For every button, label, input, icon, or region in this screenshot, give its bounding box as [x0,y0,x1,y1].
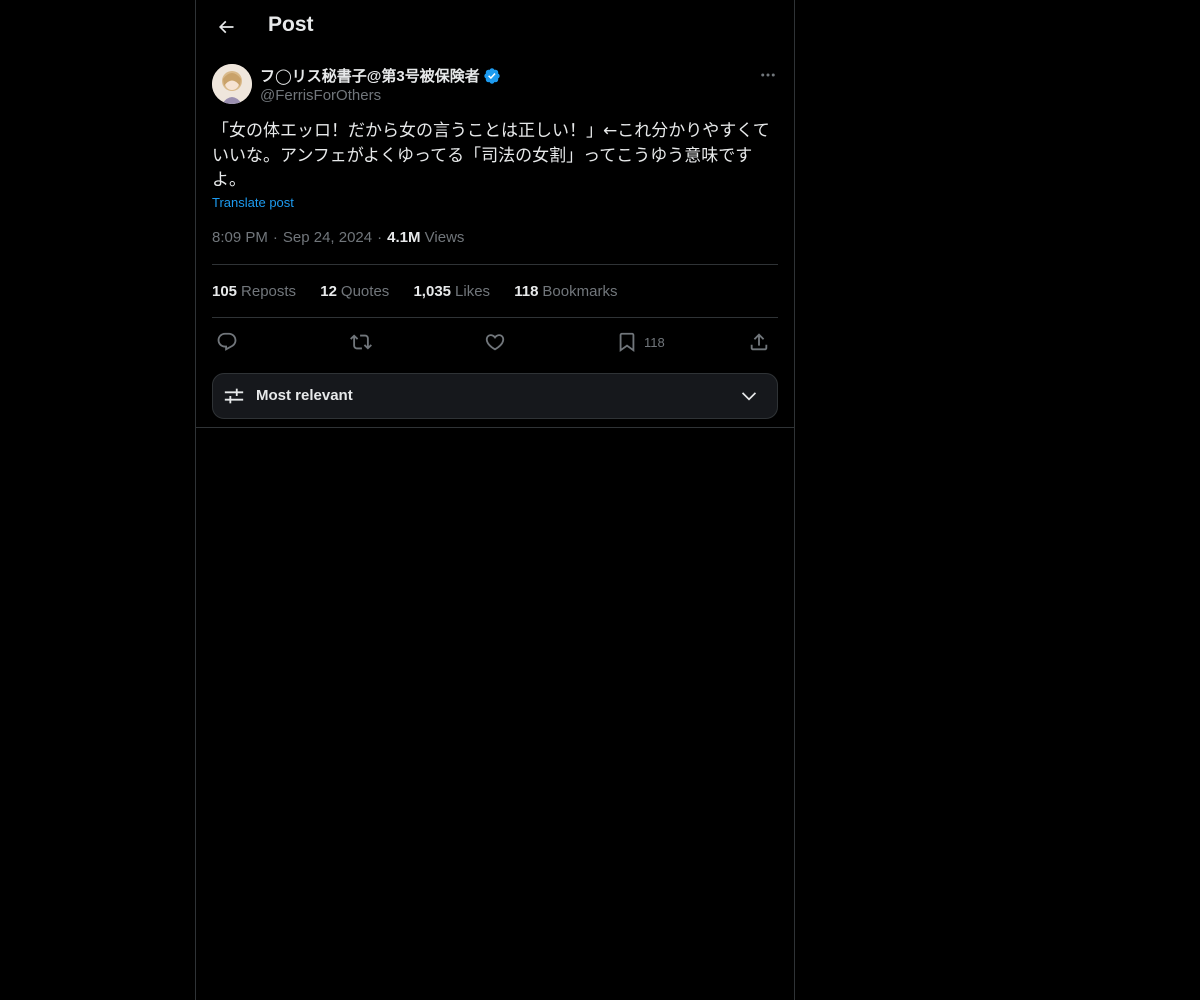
views-label: Views [424,229,465,246]
primary-column: Post フ◯リス秘書子@第3号被保険者 @FerrisForOthers 「女… [195,0,795,1000]
repost-button[interactable] [350,324,372,360]
bookmark-icon [619,332,635,353]
post-time[interactable]: 8:09 PM [212,229,268,246]
repost-icon [350,334,372,350]
meta-separator: · [272,229,278,246]
post-text: 「女の体エッロ！だから女の言うことは正しい！」←これ分かりやすくていいな。アンフ… [212,121,770,190]
sliders-icon [224,388,244,404]
divider [212,264,778,265]
sort-label: Most relevant [256,387,353,404]
page-header: Post [196,0,794,54]
share-icon [750,333,768,351]
like-button[interactable] [484,324,506,360]
reply-button[interactable] [216,324,238,360]
author-display-name: フ◯リス秘書子@第3号被保険者 [260,68,480,85]
post-date[interactable]: Sep 24, 2024 [283,229,372,246]
engagement-stats: 105 Reposts 12 Quotes 1,035 Likes 118 Bookma… [212,283,637,300]
reply-icon [217,332,237,351]
author-name[interactable]: フ◯リス秘書子@第3号被保険者 [260,65,501,86]
bookmark-button[interactable]: 118 [616,324,665,360]
avatar[interactable] [212,64,252,104]
divider [212,317,778,318]
arrow-left-icon [218,20,234,34]
reposts-stat[interactable]: 105 Reposts [212,283,296,300]
share-button[interactable] [748,324,770,360]
page-title: Post [268,13,314,36]
bookmarks-stat[interactable]: 118 Bookmarks [514,283,617,300]
quotes-stat[interactable]: 12 Quotes [320,283,389,300]
avatar-image [212,64,252,104]
post-metadata: 8:09 PM · Sep 24, 2024 · 4.1M Views [212,229,464,246]
translate-post-link[interactable]: Translate post [212,195,294,210]
chevron-down-icon [741,392,757,401]
back-button[interactable] [208,9,244,45]
replies-sort-dropdown[interactable]: Most relevant [212,373,778,419]
meta-separator: · [377,229,383,246]
more-horizontal-icon [761,73,775,77]
verified-badge-icon[interactable] [483,67,501,85]
bookmark-count: 118 [644,334,665,350]
views-count: 4.1M [387,229,421,246]
author-handle[interactable]: @FerrisForOthers [260,87,381,104]
heart-icon [485,334,505,351]
section-divider [196,427,794,428]
action-bar: 118 [212,324,778,360]
likes-stat[interactable]: 1,035 Likes [413,283,490,300]
more-options-button[interactable] [752,64,784,86]
